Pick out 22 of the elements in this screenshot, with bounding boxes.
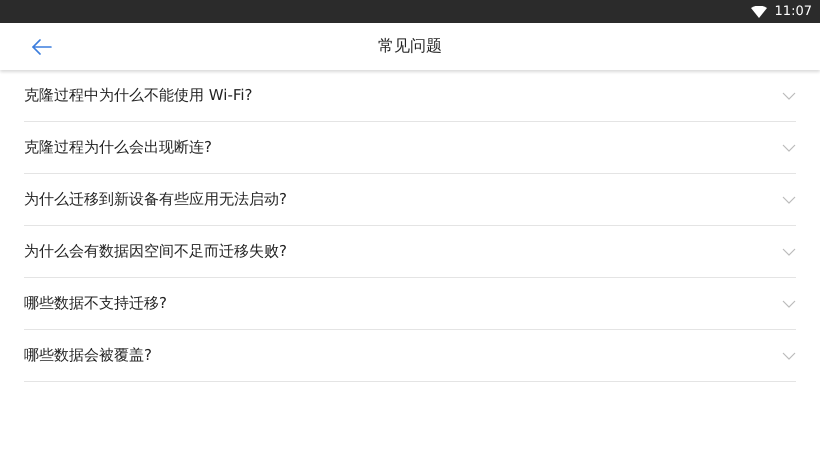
question-text: 哪些数据不支持迁移? xyxy=(24,294,167,313)
question-text: 克隆过程为什么会出现断连? xyxy=(24,138,212,157)
chevron-icon xyxy=(782,196,796,204)
chevron-icon xyxy=(782,300,796,308)
question-text: 为什么会有数据因空间不足而迁移失败? xyxy=(24,242,287,261)
chevron-icon xyxy=(782,352,796,360)
chevron-icon xyxy=(782,144,796,152)
wifi-icon xyxy=(750,6,767,18)
faq-item[interactable]: 克隆过程为什么会出现断连? xyxy=(24,122,796,174)
question-text: 为什么迁移到新设备有些应用无法启动? xyxy=(24,190,287,209)
clock-time: 11:07 xyxy=(774,4,812,19)
faq-item[interactable]: 哪些数据不支持迁移? xyxy=(24,278,796,330)
question-text: 克隆过程中为什么不能使用 Wi-Fi? xyxy=(24,86,253,105)
chevron-icon xyxy=(782,92,796,100)
question-text: 哪些数据会被覆盖? xyxy=(24,346,152,365)
faq-item[interactable]: 克隆过程中为什么不能使用 Wi-Fi? xyxy=(24,70,796,122)
faq-item[interactable]: 为什么迁移到新设备有些应用无法启动? xyxy=(24,174,796,226)
page-title: 常见问题 xyxy=(378,36,442,57)
faq-item[interactable]: 哪些数据会被覆盖? xyxy=(24,330,796,382)
back-arrow-icon xyxy=(32,38,52,54)
faq-item[interactable]: 为什么会有数据因空间不足而迁移失败? xyxy=(24,226,796,278)
chevron-icon xyxy=(782,248,796,256)
